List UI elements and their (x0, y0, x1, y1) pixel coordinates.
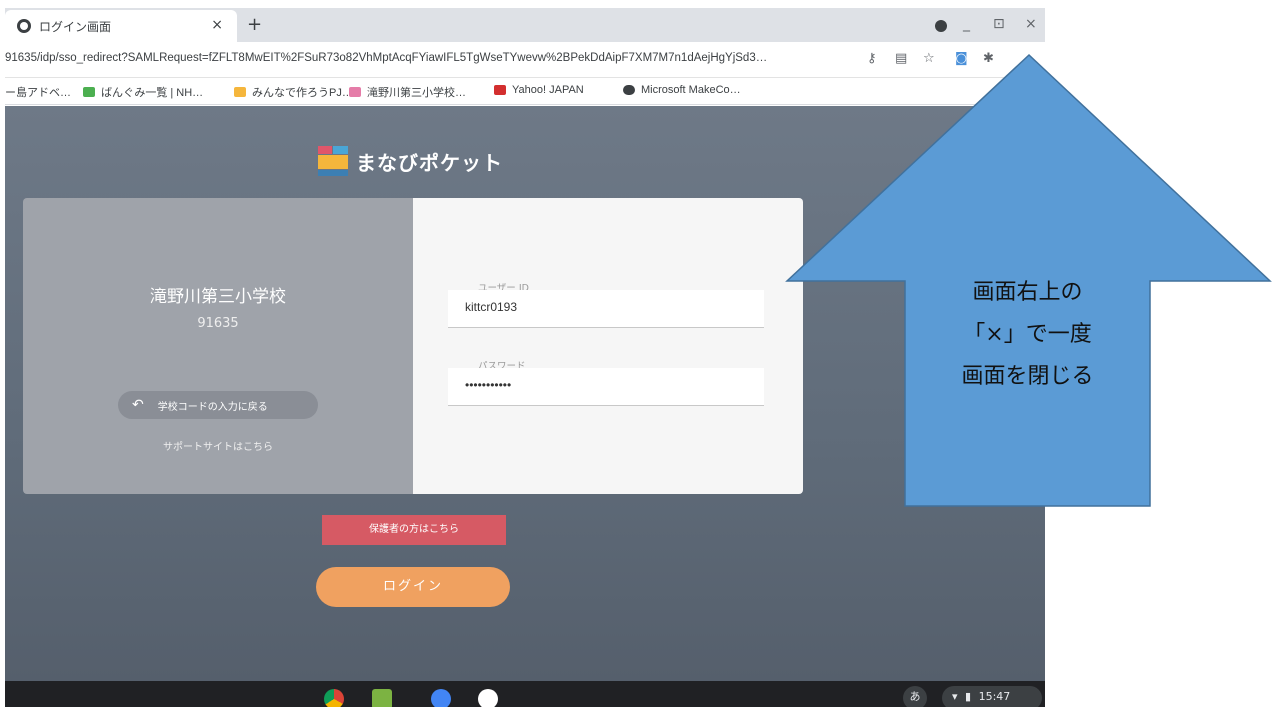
support-site-link[interactable]: サポートサイトはこちら (23, 438, 413, 453)
credentials-panel: ユーザー ID kittcr0193 パスワード ••••••••••• (413, 198, 803, 494)
school-panel: 滝野川第三小学校 91635 ↶ 学校コードの入力に戻る サポートサイトはこちら (23, 198, 413, 494)
url-field[interactable]: 91635/idp/sso_redirect?SAMLRequest=fZFLT… (5, 52, 855, 64)
address-bar: 91635/idp/sso_redirect?SAMLRequest=fZFLT… (5, 42, 1045, 78)
new-tab-button[interactable]: + (247, 14, 262, 35)
bookmark-item[interactable]: ばんぐみ一覧 | NH… (83, 84, 203, 100)
login-page: まなびポケット 滝野川第三小学校 91635 ↶ 学校コードの入力に戻る サポー… (5, 106, 1045, 681)
tab-title: ログイン画面 (39, 19, 112, 34)
translate-icon[interactable]: ▤ (895, 51, 907, 66)
app-icon[interactable] (478, 689, 498, 707)
window-close-button[interactable]: × (1025, 16, 1037, 32)
user-id-input[interactable]: kittcr0193 (448, 290, 764, 328)
battery-icon: ▮ (965, 690, 972, 703)
globe-icon (17, 19, 31, 33)
bookmark-item[interactable]: ー島アドベ… (5, 84, 71, 100)
extension-icon[interactable]: ◙ (955, 51, 968, 66)
tab-strip: ログイン画面 × + _ ⊡ × (5, 8, 1045, 42)
app-logo: まなびポケット (318, 146, 503, 176)
minimize-button[interactable]: _ (963, 16, 970, 32)
os-shelf: あ ▾ ▮ 15:47 (5, 681, 1045, 707)
undo-icon: ↶ (132, 397, 144, 413)
school-name: 滝野川第三小学校 (150, 287, 286, 307)
login-button[interactable]: ログイン (316, 567, 510, 607)
school-code: 91635 (197, 316, 239, 331)
bookmark-item[interactable]: みんなで作ろうPJ… (234, 84, 353, 100)
bookmark-favicon-icon (623, 85, 635, 95)
screen: ログイン画面 × + _ ⊡ × 91635/idp/sso_redirect?… (0, 0, 1272, 707)
tab-close-icon[interactable]: × (211, 17, 223, 33)
logo-mark-icon (318, 146, 348, 176)
bookmark-favicon-icon (234, 87, 246, 97)
bookmark-favicon-icon (83, 87, 95, 97)
status-tray[interactable]: ▾ ▮ 15:47 (942, 686, 1042, 707)
chrome-icon[interactable] (324, 689, 344, 707)
bookmark-item[interactable]: Microsoft MakeCo… (623, 84, 741, 96)
clock: 15:47 (978, 690, 1011, 703)
restore-button[interactable]: ⊡ (993, 16, 1005, 32)
tab-login[interactable]: ログイン画面 × (5, 10, 237, 42)
back-button-label: 学校コードの入力に戻る (157, 401, 268, 413)
puzzle-icon[interactable]: ✱ (983, 51, 994, 66)
play-store-icon[interactable] (431, 689, 451, 707)
bookmark-item[interactable]: 滝野川第三小学校… (349, 84, 466, 100)
bookmark-favicon-icon (349, 87, 361, 97)
ime-indicator[interactable]: あ (903, 686, 927, 707)
wifi-icon: ▾ (952, 690, 958, 703)
profile-icon[interactable] (935, 20, 947, 32)
bookmarks-bar: ー島アドベ… ばんぐみ一覧 | NH… みんなで作ろうPJ… 滝野川第三小学校…… (5, 78, 1045, 105)
key-icon[interactable]: ⚷ (867, 51, 877, 66)
star-icon[interactable]: ☆ (923, 51, 935, 66)
back-to-school-code-button[interactable]: ↶ 学校コードの入力に戻る (118, 391, 318, 419)
logo-text: まなびポケット (356, 150, 503, 175)
guardian-login-button[interactable]: 保護者の方はこちら (322, 515, 506, 545)
login-card: 滝野川第三小学校 91635 ↶ 学校コードの入力に戻る サポートサイトはこちら… (23, 198, 803, 494)
bookmark-favicon-icon (494, 85, 506, 95)
files-icon[interactable] (372, 689, 392, 707)
annotation-text: 画面右上の 「×」で一度 画面を閉じる (961, 280, 1094, 389)
bookmark-item[interactable]: Yahoo! JAPAN (494, 84, 584, 96)
password-input[interactable]: ••••••••••• (448, 368, 764, 406)
